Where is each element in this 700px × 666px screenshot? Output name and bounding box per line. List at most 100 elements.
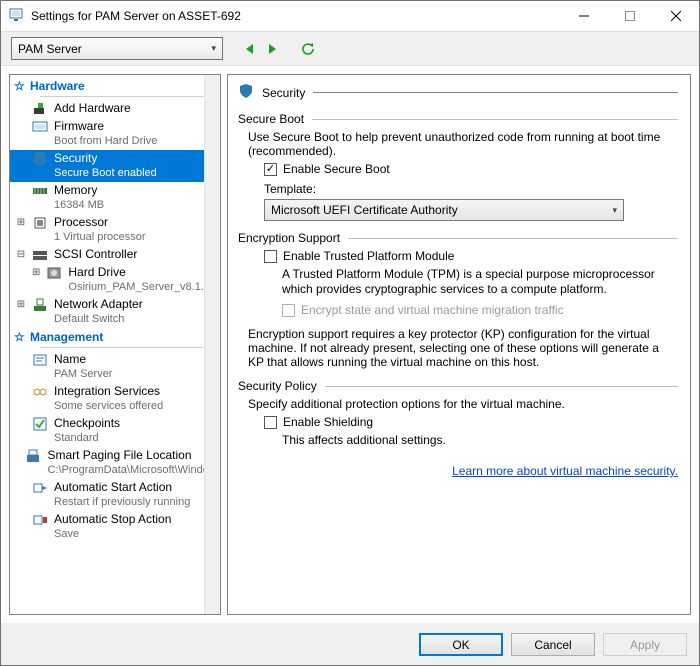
- integration-icon: [32, 384, 48, 400]
- enable-secure-boot-field[interactable]: Enable Secure Boot: [264, 162, 678, 176]
- section-hardware[interactable]: ☆ Hardware: [10, 77, 220, 95]
- back-button[interactable]: [241, 40, 259, 58]
- group-title: Security Policy: [238, 379, 317, 393]
- toolbar: PAM Server ▾: [1, 32, 699, 66]
- sidebar-item-hard-drive[interactable]: ⊞ Hard DriveOsirium_PAM_Server_v8.1.0_..…: [10, 264, 220, 296]
- group-policy: Security Policy Specify additional prote…: [238, 379, 678, 448]
- secure-boot-help: Use Secure Boot to help prevent unauthor…: [248, 130, 678, 158]
- history-controls: [241, 40, 317, 58]
- add-hardware-icon: [32, 101, 48, 117]
- sidebar-item-integration[interactable]: Integration ServicesSome services offere…: [10, 383, 220, 415]
- encrypt-traffic-label: Encrypt state and virtual machine migrat…: [301, 303, 564, 317]
- stop-action-icon: [32, 512, 48, 528]
- tree-label: Integration Services: [54, 384, 163, 399]
- sidebar-item-processor[interactable]: ⊞ Processor1 Virtual processor: [10, 214, 220, 246]
- footer: OK Cancel Apply: [1, 623, 699, 665]
- titlebar: Settings for PAM Server on ASSET-692: [1, 1, 699, 32]
- hard-drive-icon: [46, 265, 62, 281]
- tree-label: Hard Drive: [68, 265, 221, 280]
- sidebar-item-name[interactable]: NamePAM Server: [10, 351, 220, 383]
- sidebar-item-autostart[interactable]: Automatic Start ActionRestart if previou…: [10, 479, 220, 511]
- collapse-icon: ☆: [14, 330, 24, 344]
- heading-rule: [313, 92, 678, 93]
- forward-button[interactable]: [263, 40, 281, 58]
- tree-sublabel: Boot from Hard Drive: [54, 134, 157, 149]
- sidebar-scrollbar[interactable]: [204, 75, 220, 614]
- tree-sublabel: Save: [54, 527, 171, 542]
- group-encryption: Encryption Support Enable Trusted Platfo…: [238, 231, 678, 369]
- titlebar-left: Settings for PAM Server on ASSET-692: [9, 7, 241, 26]
- expand-icon[interactable]: ⊞: [32, 265, 40, 281]
- template-label: Template:: [264, 182, 316, 196]
- content-pane: Security Secure Boot Use Secure Boot to …: [227, 74, 691, 615]
- collapse-icon: ☆: [14, 79, 24, 93]
- refresh-button[interactable]: [299, 40, 317, 58]
- sidebar-item-network[interactable]: ⊞ Network AdapterDefault Switch: [10, 296, 220, 328]
- sidebar-item-add-hardware[interactable]: Add Hardware: [10, 100, 220, 118]
- sidebar-item-firmware[interactable]: FirmwareBoot from Hard Drive: [10, 118, 220, 150]
- enable-tpm-label: Enable Trusted Platform Module: [283, 249, 454, 263]
- enable-secure-boot-checkbox[interactable]: [264, 163, 277, 176]
- tree-sublabel: Secure Boot enabled: [54, 166, 157, 181]
- section-label: Management: [30, 330, 103, 344]
- section-label: Hardware: [30, 79, 85, 93]
- tree-sublabel: PAM Server: [54, 367, 112, 382]
- enable-secure-boot-label: Enable Secure Boot: [283, 162, 390, 176]
- tree-sublabel: Standard: [54, 431, 120, 446]
- encryption-note: Encryption support requires a key protec…: [248, 327, 678, 369]
- vm-selector[interactable]: PAM Server ▾: [11, 37, 223, 60]
- maximize-button[interactable]: [607, 1, 653, 31]
- vm-settings-icon: [9, 7, 25, 26]
- tree-label: Network Adapter: [54, 297, 143, 312]
- tree-label: Security: [54, 151, 157, 166]
- firmware-icon: [32, 119, 48, 135]
- shield-icon: [32, 151, 48, 167]
- section-management[interactable]: ☆ Management: [10, 328, 220, 346]
- encrypt-traffic-field: Encrypt state and virtual machine migrat…: [282, 303, 678, 317]
- sidebar-item-paging[interactable]: Smart Paging File LocationC:\ProgramData…: [10, 447, 220, 479]
- close-button[interactable]: [653, 1, 699, 31]
- tree-sublabel: Restart if previously running: [54, 495, 190, 510]
- enable-shielding-field[interactable]: Enable Shielding: [264, 415, 678, 429]
- tree-label: Smart Paging File Location: [47, 448, 218, 463]
- sidebar-item-security[interactable]: SecuritySecure Boot enabled: [10, 150, 220, 182]
- ok-button[interactable]: OK: [419, 633, 503, 656]
- enable-tpm-field[interactable]: Enable Trusted Platform Module: [264, 249, 678, 263]
- content-heading: Security: [262, 86, 305, 100]
- tree-sublabel: Some services offered: [54, 399, 163, 414]
- tree-label: Add Hardware: [54, 101, 131, 116]
- enable-shielding-checkbox[interactable]: [264, 416, 277, 429]
- sidebar-item-memory[interactable]: Memory16384 MB: [10, 182, 220, 214]
- tree-label: Memory: [54, 183, 104, 198]
- minimize-button[interactable]: [561, 1, 607, 31]
- vm-selector-value: PAM Server: [18, 42, 82, 56]
- tree-label: Automatic Start Action: [54, 480, 190, 495]
- cancel-button[interactable]: Cancel: [511, 633, 595, 656]
- policy-help: Specify additional protection options fo…: [248, 397, 678, 411]
- group-secure-boot: Secure Boot Use Secure Boot to help prev…: [238, 112, 678, 221]
- chevron-down-icon: ▾: [612, 205, 617, 216]
- checkpoints-icon: [32, 416, 48, 432]
- tree-sublabel: 16384 MB: [54, 198, 104, 213]
- tree-label: Processor: [54, 215, 146, 230]
- enable-tpm-checkbox[interactable]: [264, 250, 277, 263]
- sidebar: ☆ Hardware Add Hardware FirmwareBoot fro…: [9, 74, 221, 615]
- expand-icon[interactable]: ⊞: [16, 215, 26, 231]
- group-title: Secure Boot: [238, 112, 304, 126]
- sidebar-item-checkpoints[interactable]: CheckpointsStandard: [10, 415, 220, 447]
- main-area: ☆ Hardware Add Hardware FirmwareBoot fro…: [1, 66, 699, 623]
- sidebar-item-autostop[interactable]: Automatic Stop ActionSave: [10, 511, 220, 543]
- tree-label: SCSI Controller: [54, 247, 137, 262]
- network-icon: [32, 297, 48, 313]
- shielding-note: This affects additional settings.: [282, 433, 678, 448]
- name-icon: [32, 352, 48, 368]
- sidebar-item-scsi[interactable]: ⊟ SCSI Controller: [10, 246, 220, 264]
- template-select[interactable]: Microsoft UEFI Certificate Authority ▾: [264, 199, 624, 221]
- tree-sublabel: Default Switch: [54, 312, 143, 327]
- expand-icon[interactable]: ⊞: [16, 297, 26, 313]
- learn-more-link[interactable]: Learn more about virtual machine securit…: [452, 464, 678, 478]
- template-label-row: Template:: [264, 182, 678, 196]
- encrypt-traffic-checkbox: [282, 304, 295, 317]
- collapse-icon[interactable]: ⊟: [16, 247, 26, 263]
- window-controls: [561, 1, 699, 31]
